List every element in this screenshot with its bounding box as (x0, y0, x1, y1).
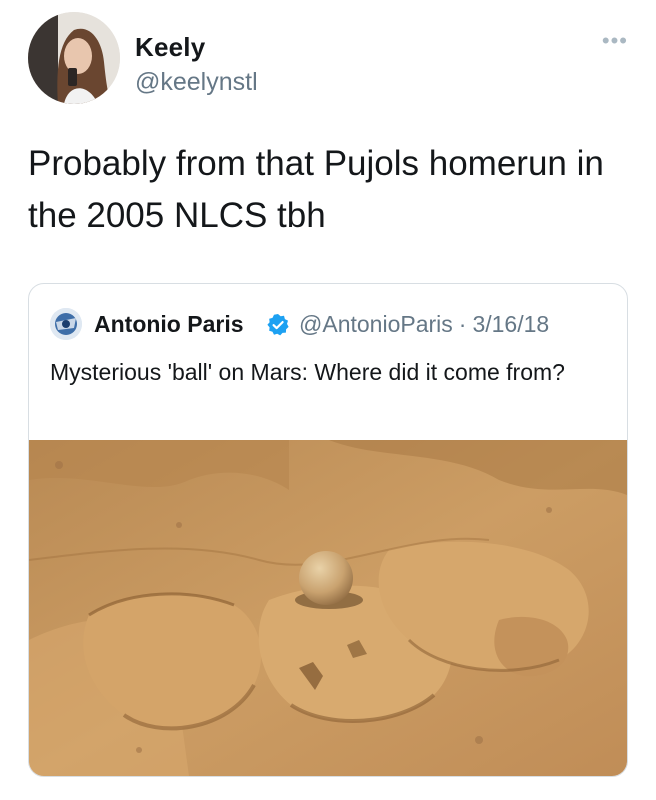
more-options-icon[interactable]: ••• (602, 28, 628, 54)
author-avatar[interactable] (28, 12, 120, 104)
quoted-author-avatar[interactable] (50, 308, 82, 340)
verified-badge-icon (267, 314, 289, 336)
author-handle[interactable]: @keelynstl (135, 68, 258, 97)
profile-photo-icon (50, 308, 82, 340)
quoted-author-name[interactable]: Antonio Paris (94, 311, 244, 338)
tweet-header: Keely @keelynstl ••• (28, 12, 628, 107)
author-name[interactable]: Keely (135, 32, 205, 63)
quoted-tweet-date[interactable]: 3/16/18 (472, 311, 549, 337)
quoted-author-meta: @AntonioParis · 3/16/18 (299, 311, 549, 338)
profile-photo-icon (28, 12, 120, 104)
quoted-tweet-card[interactable]: Antonio Paris @AntonioParis · 3/16/18 Myst… (28, 283, 628, 777)
tweet-text: Probably from that Pujols homerun in the… (28, 144, 604, 235)
meta-separator: · (458, 311, 467, 337)
quoted-author-handle[interactable]: @AntonioParis (299, 311, 453, 337)
quoted-tweet-text: Mysterious 'ball' on Mars: Where did it … (50, 359, 565, 385)
mars-rock-ball-photo[interactable] (29, 440, 627, 776)
